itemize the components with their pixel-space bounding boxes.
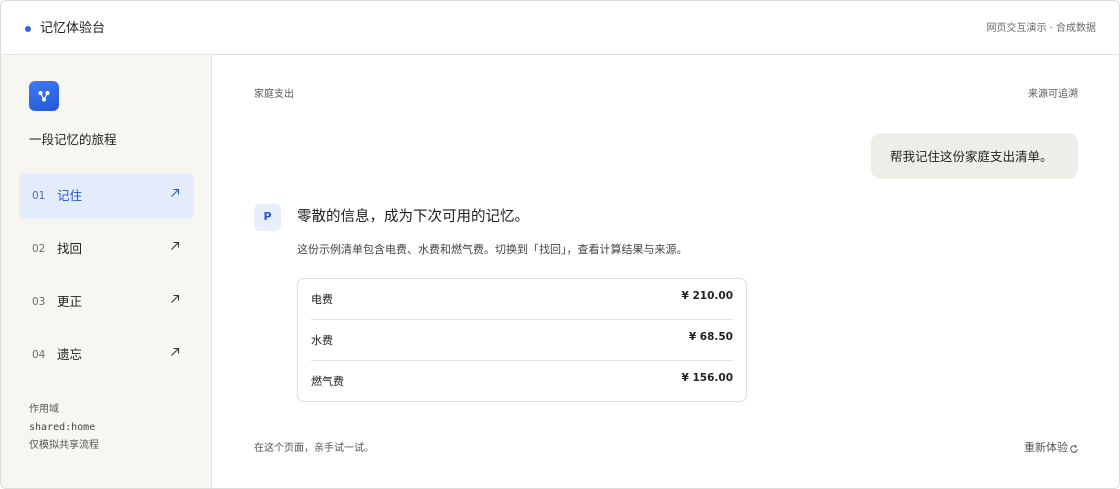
expense-amount: ¥ 68.50 (688, 331, 733, 343)
sidebar-item-remember[interactable]: 01 记住 (19, 173, 194, 219)
demo-note: 网页交互演示 · 合成数据 (986, 23, 1096, 34)
step-number: 02 (32, 243, 46, 255)
expense-amount: ¥ 156.00 (681, 372, 733, 384)
arrow-up-right-icon (171, 347, 180, 356)
user-message-text: 帮我记住这份家庭支出清单。 (890, 149, 1053, 164)
step-number: 01 (32, 190, 46, 202)
sidebar-item-label: 记住 (57, 188, 83, 203)
scope-note: 仅模拟共享流程 (29, 440, 99, 451)
assistant-avatar: P (254, 204, 281, 231)
arrow-up-right-icon (171, 241, 180, 250)
step-number: 03 (32, 296, 46, 308)
expense-name: 水费 (311, 334, 333, 347)
refresh-icon[interactable] (1069, 444, 1079, 454)
sidebar-item-correct[interactable]: 03 更正 (19, 279, 194, 325)
sidebar-item-forget[interactable]: 04 遗忘 (19, 332, 194, 378)
expense-name: 电费 (311, 293, 333, 306)
user-message-bubble: 帮我记住这份家庭支出清单。 (871, 133, 1078, 179)
sidebar: 一段记忆的旅程 01 记住 02 找回 03 更正 04 遗忘 作用域 shar… (1, 55, 212, 488)
scope-label: 作用域 (29, 404, 59, 415)
sidebar-title: 一段记忆的旅程 (29, 132, 117, 147)
brand-dot-icon (25, 26, 31, 32)
sidebar-item-label: 遗忘 (57, 347, 83, 362)
step-number: 04 (32, 349, 46, 361)
sidebar-item-label: 更正 (57, 294, 83, 309)
arrow-up-right-icon (171, 294, 180, 303)
arrow-up-right-icon (171, 188, 180, 197)
expense-name: 燃气费 (311, 375, 344, 388)
list-item: 燃气费 ¥ 156.00 (311, 361, 733, 402)
expense-amount: ¥ 210.00 (681, 290, 733, 302)
reply-text: 这份示例清单包含电费、水费和燃气费。切换到「找回」，查看计算结果与来源。 (297, 243, 688, 256)
avatar-letter: P (263, 210, 272, 223)
expense-list-card: 电费 ¥ 210.00 水费 ¥ 68.50 燃气费 ¥ 156.00 (297, 278, 747, 402)
top-bar: 记忆体验台 网页交互演示 · 合成数据 (1, 1, 1119, 55)
footer-hint: 在这个页面，亲手试一试。 (254, 443, 374, 454)
app-window: 记忆体验台 网页交互演示 · 合成数据 一段记忆的旅程 01 记住 02 找回 (0, 0, 1120, 489)
sidebar-item-retrieve[interactable]: 02 找回 (19, 226, 194, 272)
reply-title: 零散的信息，成为下次可用的记忆。 (297, 209, 529, 225)
breadcrumb: 家庭支出 (254, 89, 294, 100)
list-item: 水费 ¥ 68.50 (311, 320, 733, 361)
scope-value: shared:home (29, 422, 96, 433)
list-item: 电费 ¥ 210.00 (311, 279, 733, 320)
sidebar-item-label: 找回 (57, 241, 83, 256)
share-nodes-icon (29, 81, 59, 111)
source-label: 来源可追溯 (1028, 89, 1078, 100)
restart-button[interactable]: 重新体验 (1024, 441, 1068, 455)
main-panel: 家庭支出 来源可追溯 帮我记住这份家庭支出清单。 P 零散的信息，成为下次可用的… (212, 55, 1119, 488)
app-title: 记忆体验台 (40, 21, 106, 36)
